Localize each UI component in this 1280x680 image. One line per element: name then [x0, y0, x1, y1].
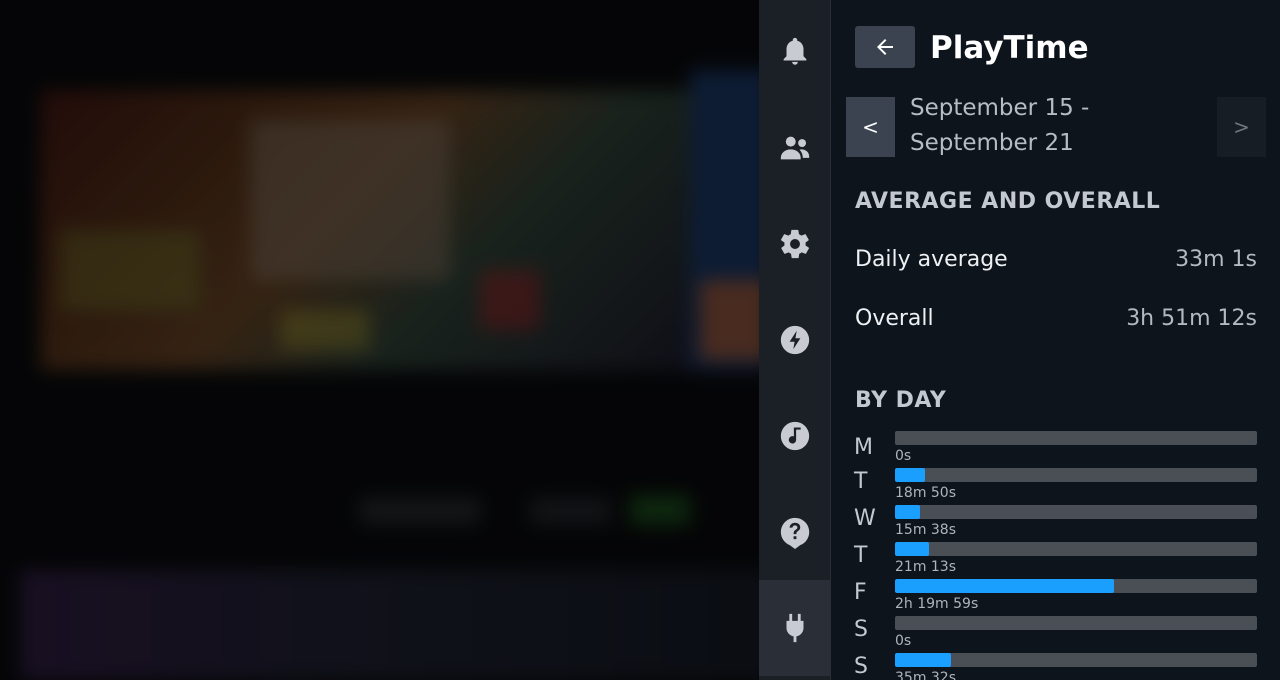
day-row-thursday: T 21m 13s: [831, 541, 1280, 578]
day-letter: S: [854, 654, 868, 679]
day-row-monday: M 0s: [831, 430, 1280, 467]
playtime-bar: [895, 542, 1257, 556]
help-icon: [780, 517, 810, 549]
plug-icon: [786, 613, 804, 643]
day-letter: F: [854, 580, 867, 605]
background-dim: [0, 0, 760, 680]
day-row-saturday: S 0s: [831, 615, 1280, 652]
lightning-icon: [780, 325, 810, 355]
playtime-bar: [895, 431, 1257, 445]
day-letter: T: [854, 543, 868, 568]
playtime-bar-fill: [895, 653, 952, 667]
day-row-wednesday: W 15m 38s: [831, 504, 1280, 541]
playtime-bar-fill: [895, 468, 926, 482]
day-row-friday: F 2h 19m 59s: [831, 578, 1280, 615]
day-playtime: 2h 19m 59s: [895, 596, 979, 612]
day-letter: W: [854, 506, 876, 531]
day-playtime: 0s: [895, 448, 912, 464]
date-range-label: September 15 - September 21: [910, 95, 1090, 156]
next-week-button[interactable]: >: [1217, 97, 1266, 157]
rail-settings[interactable]: [759, 196, 831, 292]
rail-help[interactable]: [759, 484, 831, 580]
day-playtime: 15m 38s: [895, 522, 957, 538]
day-letter: S: [854, 617, 868, 642]
day-row-tuesday: T 18m 50s: [831, 467, 1280, 504]
playtime-bar-fill: [895, 542, 929, 556]
day-playtime: 18m 50s: [895, 485, 957, 501]
playtime-bar-fill: [895, 579, 1114, 593]
playtime-bar: [895, 653, 1257, 667]
day-letter: M: [854, 435, 873, 460]
music-note-icon: [780, 421, 810, 451]
page-title: PlayTime: [930, 30, 1089, 66]
playtime-bar-fill: [895, 505, 920, 519]
day-playtime: 21m 13s: [895, 559, 957, 575]
overall-value: 3h 51m 12s: [1126, 306, 1257, 331]
daily-average-label: Daily average: [855, 247, 1008, 272]
back-button[interactable]: [855, 26, 915, 68]
screen: PlayTime < September 15 - September 21 >…: [0, 0, 1280, 680]
playtime-panel: PlayTime < September 15 - September 21 >…: [831, 0, 1280, 680]
background-library: [0, 0, 760, 680]
previous-week-button[interactable]: <: [846, 97, 895, 157]
rail-music[interactable]: [759, 388, 831, 484]
bell-icon: [783, 37, 807, 65]
rail-performance[interactable]: [759, 292, 831, 388]
rail-plugins[interactable]: [759, 580, 831, 676]
by-day-heading: BY DAY: [855, 388, 947, 413]
average-overall-heading: AVERAGE AND OVERALL: [855, 189, 1161, 214]
rail-friends[interactable]: [759, 100, 831, 196]
friends-icon: [780, 136, 810, 160]
playtime-bar: [895, 616, 1257, 630]
arrow-left-icon: [877, 39, 893, 55]
overall-label: Overall: [855, 306, 934, 331]
rail-notifications[interactable]: [759, 4, 831, 100]
day-playtime: 0s: [895, 633, 912, 649]
day-playtime: 35m 32s: [895, 670, 957, 680]
playtime-bar: [895, 468, 1257, 482]
gear-icon: [781, 229, 809, 259]
quick-access-rail: [759, 0, 831, 680]
playtime-bar: [895, 505, 1257, 519]
day-row-sunday: S 35m 32s: [831, 652, 1280, 680]
playtime-bar: [895, 579, 1257, 593]
daily-average-value: 33m 1s: [1175, 247, 1257, 272]
day-letter: T: [854, 469, 868, 494]
